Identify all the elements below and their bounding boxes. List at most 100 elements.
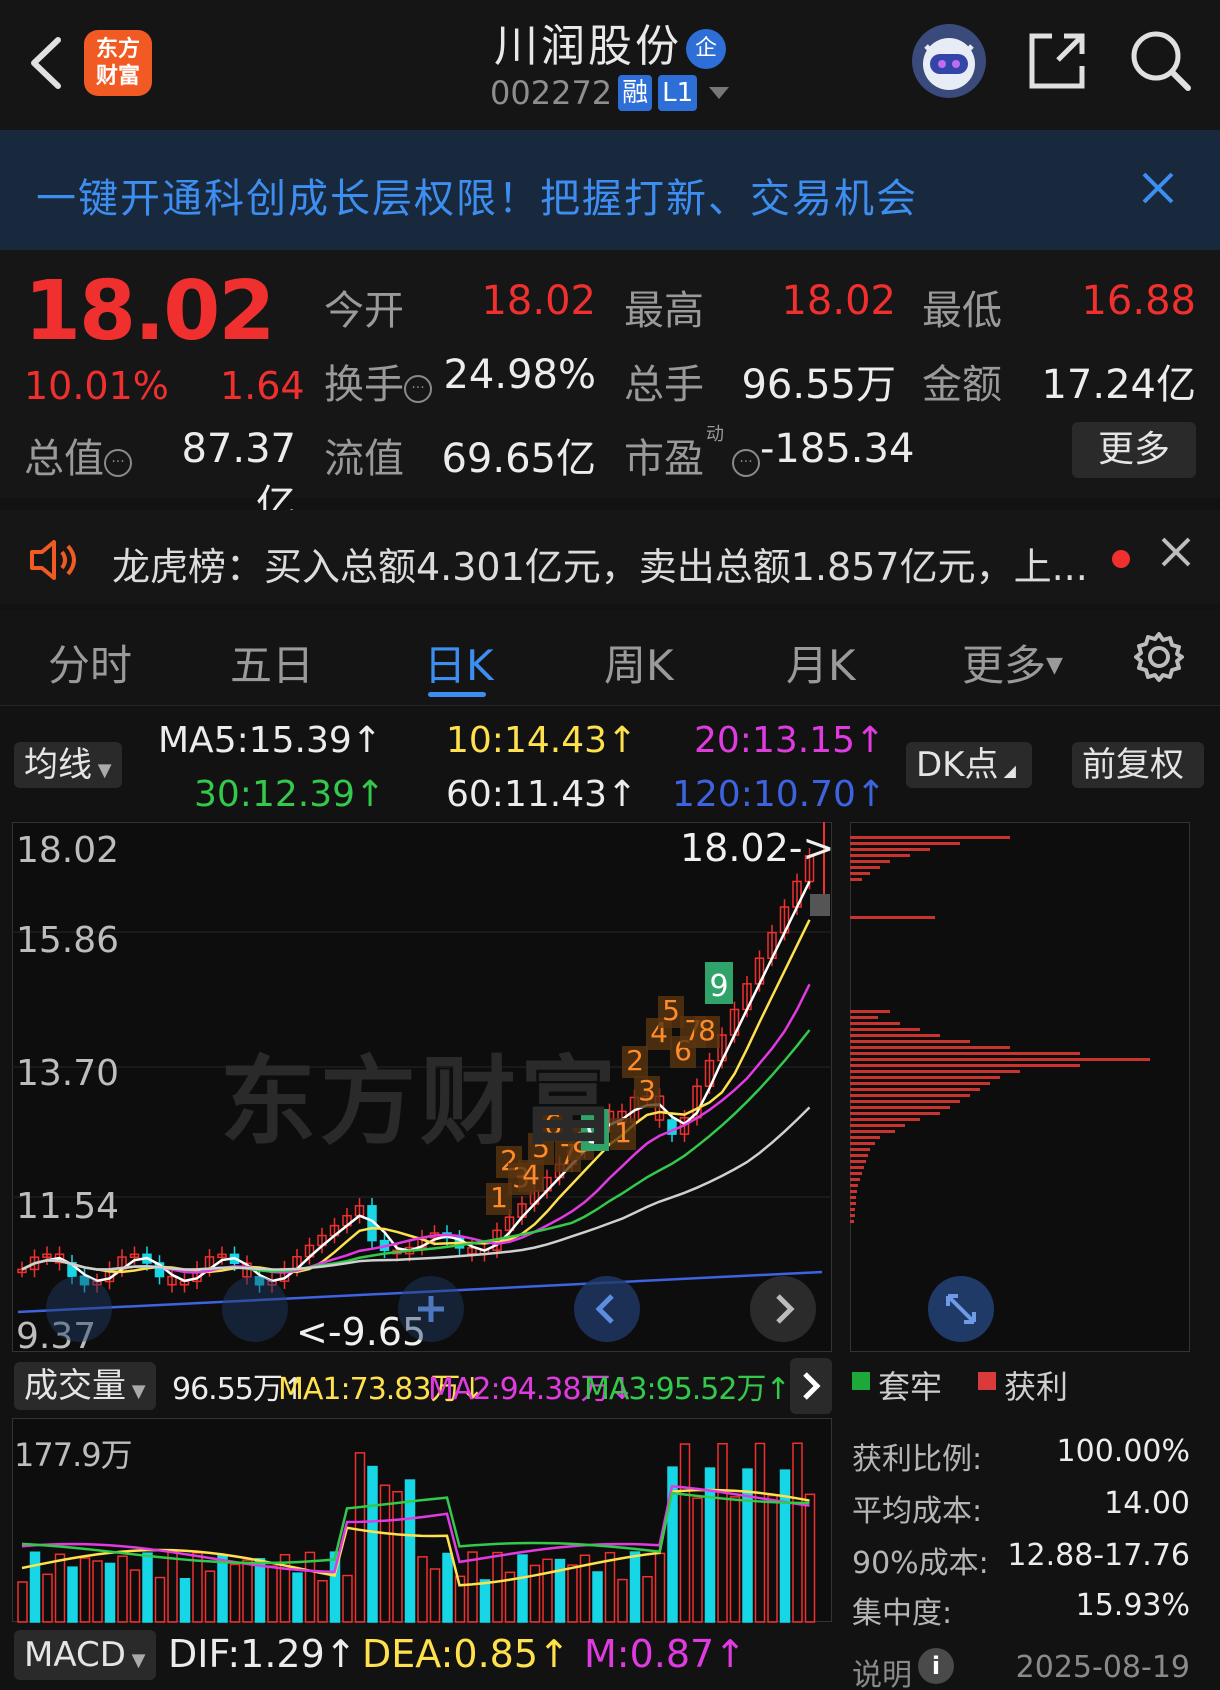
search-icon[interactable]: [1128, 28, 1194, 94]
volume-bar: [192, 1552, 203, 1623]
assistant-robot-icon[interactable]: [912, 24, 986, 98]
chip-bar: [850, 1184, 858, 1187]
macd-selector[interactable]: MACD ▼: [14, 1630, 156, 1680]
chip-bar: [850, 1082, 990, 1085]
chip-bar: [850, 1076, 1000, 1079]
volume-bar: [417, 1556, 428, 1623]
y-tick-3: 13.70: [16, 1053, 120, 1094]
tab-intraday[interactable]: 分时: [48, 632, 132, 693]
info-icon[interactable]: ···: [732, 449, 760, 477]
settings-gear-icon[interactable]: [1132, 630, 1186, 684]
chip-bar: [850, 1220, 854, 1223]
chip-bar: [850, 1022, 900, 1025]
promo-banner-text[interactable]: 一键开通科创成长层权限！把握打新、交易机会: [36, 166, 918, 224]
level-tag: L1: [658, 75, 698, 111]
td-number: 8: [698, 1014, 716, 1047]
zoom-out-icon[interactable]: [220, 1274, 290, 1344]
tab-daily-k[interactable]: 日K: [424, 632, 494, 693]
tab-monthly-k[interactable]: 月K: [786, 632, 856, 693]
volume-bar: [592, 1571, 603, 1623]
chip-bar: [850, 842, 960, 845]
info-icon[interactable]: ···: [404, 375, 432, 403]
low-value: 16.88: [1081, 278, 1196, 324]
share-icon[interactable]: [1024, 28, 1090, 94]
ma10-value: 10:14.43↑: [446, 720, 638, 761]
active-tab-indicator: [428, 692, 486, 697]
chip-bar: [850, 836, 1010, 839]
chip-bar: [850, 1196, 856, 1199]
dropdown-arrow-icon: ▼: [126, 1381, 146, 1402]
chip-bar: [850, 1124, 905, 1127]
volume-top-tick: 177.9万: [14, 1436, 133, 1474]
expand-icon[interactable]: [926, 1274, 996, 1344]
volume-bar: [79, 1557, 91, 1623]
chip-bar: [850, 1148, 870, 1151]
chip-bar: [850, 1052, 1080, 1055]
volume-bar: [179, 1577, 191, 1623]
notice-text[interactable]: 龙虎榜：买入总额4.301亿元，卖出总额1.857亿元，上...: [112, 536, 1088, 591]
trapped-legend-label: 套牢: [878, 1368, 943, 1406]
tab-weekly-k[interactable]: 周K: [604, 632, 674, 693]
chip-bar: [850, 848, 930, 851]
volume-bar: [342, 1574, 353, 1623]
close-icon[interactable]: [1140, 170, 1176, 206]
volume-bar: [29, 1551, 41, 1623]
adjust-button[interactable]: 前复权: [1072, 742, 1204, 788]
volume-bar: [804, 1493, 816, 1623]
volume-bar: [479, 1579, 491, 1623]
dk-point-button[interactable]: DK点 ◢: [906, 742, 1032, 788]
macd-selector-label: MACD: [24, 1635, 126, 1675]
info-icon[interactable]: i: [918, 1648, 954, 1684]
mktcap-label: 总值 ···: [24, 426, 132, 484]
more-quote-button[interactable]: 更多: [1072, 422, 1196, 478]
zoom-in-icon[interactable]: [396, 1274, 466, 1344]
chip-bar: [850, 860, 890, 863]
chip-bar: [850, 1106, 950, 1109]
mktcap-label-text: 总值: [24, 436, 104, 482]
scroll-right-icon[interactable]: [748, 1274, 818, 1344]
volume-indicator-selector[interactable]: 成交量 ▼: [14, 1362, 156, 1410]
chip-bar: [850, 1172, 862, 1175]
volume-bar: [42, 1573, 53, 1623]
explain-label: 说明: [852, 1658, 912, 1690]
stock-code-row[interactable]: 002272 融 L1: [490, 74, 730, 112]
profit-legend-swatch: [978, 1372, 996, 1390]
chip-bar: [850, 1166, 864, 1169]
volume-selector-label: 成交量: [24, 1366, 126, 1406]
pe-label-text: 市盈: [624, 436, 704, 482]
scroll-left-icon[interactable]: [572, 1274, 642, 1344]
amount-label: 金额: [922, 362, 1002, 408]
ma60-value: 60:11.43↑: [446, 774, 638, 815]
volume-bar: [542, 1558, 553, 1623]
volume-bar: [104, 1562, 116, 1623]
chip-bar: [850, 1028, 920, 1031]
chip-bar: [850, 1202, 856, 1205]
volume-bar: [654, 1552, 666, 1623]
tab-five-day[interactable]: 五日: [230, 632, 314, 693]
volume-bar: [617, 1578, 628, 1623]
chip-bar: [850, 1100, 960, 1103]
pe-value: -185.34: [760, 426, 915, 472]
info-icon[interactable]: ···: [104, 449, 132, 477]
volume-bar: [154, 1576, 166, 1623]
macd-m: M:0.87↑: [584, 1632, 747, 1676]
chip-bar: [850, 1016, 878, 1019]
volume-bar: [754, 1442, 766, 1623]
chip-bar: [850, 854, 910, 857]
expand-right-icon[interactable]: [790, 1358, 832, 1414]
td-number: 2: [626, 1044, 644, 1077]
high-label: 最高: [624, 288, 704, 334]
chip-bar: [850, 1010, 890, 1013]
volume-bar: [92, 1560, 103, 1623]
volume-plot[interactable]: [12, 1418, 832, 1623]
close-icon[interactable]: [1160, 536, 1192, 568]
volume-bar: [717, 1443, 728, 1623]
crosshair-icon[interactable]: [44, 1274, 114, 1344]
tab-more[interactable]: 更多▼: [962, 632, 1063, 693]
volume-value: 96.55万: [741, 362, 896, 408]
concentration-value: 15.93%: [1075, 1588, 1190, 1623]
turnover-label-text: 换手: [324, 362, 404, 408]
volume-bar: [367, 1465, 378, 1623]
volume-label: 总手: [624, 362, 704, 408]
indicator-selector[interactable]: 均线 ▼: [14, 742, 122, 788]
